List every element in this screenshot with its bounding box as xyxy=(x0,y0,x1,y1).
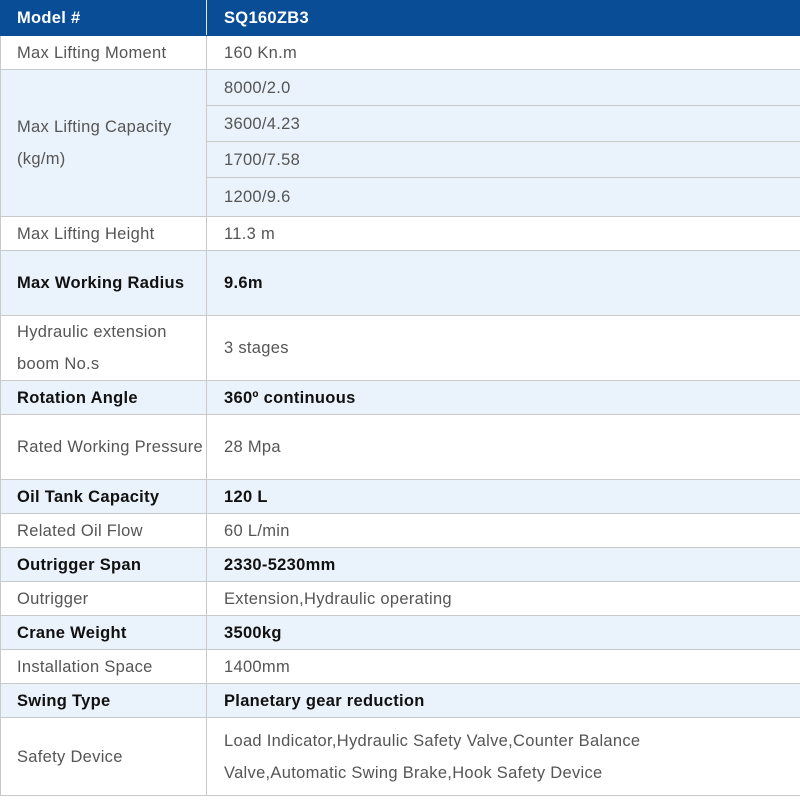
header-value: SQ160ZB3 xyxy=(206,0,800,36)
table-row-max-lifting-height: Max Lifting Height 11.3 m xyxy=(0,216,800,251)
table-row-safety-device: Safety Device Load Indicator,Hydraulic S… xyxy=(0,717,800,796)
spec-label: Max Lifting Capacity (kg/m) xyxy=(0,69,207,217)
spec-label: Outrigger Span xyxy=(0,547,207,582)
capacity-value: 3600/4.23 xyxy=(206,105,800,142)
spec-value: 3 stages xyxy=(206,315,800,381)
spec-value: 9.6m xyxy=(206,250,800,316)
spec-value: Load Indicator,Hydraulic Safety Valve,Co… xyxy=(206,717,800,796)
spec-label: Safety Device xyxy=(0,717,207,796)
spec-value: 3500kg xyxy=(206,615,800,650)
spec-value: 28 Mpa xyxy=(206,414,800,480)
spec-value: 1400mm xyxy=(206,649,800,684)
table-row-outrigger-span: Outrigger Span 2330-5230mm xyxy=(0,547,800,582)
spec-label: Related Oil Flow xyxy=(0,513,207,548)
spec-label: Max Working Radius xyxy=(0,250,207,316)
table-row-crane-weight: Crane Weight 3500kg xyxy=(0,615,800,650)
table-row-max-lifting-capacity: Max Lifting Capacity (kg/m) 8000/2.0 xyxy=(0,69,800,217)
spec-label: Oil Tank Capacity xyxy=(0,479,207,514)
table-row-max-lifting-moment: Max Lifting Moment 160 Kn.m xyxy=(0,35,800,70)
spec-label: Max Lifting Height xyxy=(0,216,207,251)
table-row-rated-working-pressure: Rated Working Pressure 28 Mpa xyxy=(0,414,800,480)
spec-value: 360º continuous xyxy=(206,380,800,415)
spec-label: Installation Space xyxy=(0,649,207,684)
table-row-boom-stages: Hydraulic extension boom No.s 3 stages xyxy=(0,315,800,381)
table-row-max-working-radius: Max Working Radius 9.6m xyxy=(0,250,800,316)
table-row-oil-tank-capacity: Oil Tank Capacity 120 L xyxy=(0,479,800,514)
spec-value: 11.3 m xyxy=(206,216,800,251)
table-row-swing-type: Swing Type Planetary gear reduction xyxy=(0,683,800,718)
spec-label: Rated Working Pressure xyxy=(0,414,207,480)
header-row: Model # SQ160ZB3 xyxy=(0,0,800,36)
spec-label: Swing Type xyxy=(0,683,207,718)
capacity-value: 1200/9.6 xyxy=(206,177,800,217)
spec-label: Crane Weight xyxy=(0,615,207,650)
spec-label: Rotation Angle xyxy=(0,380,207,415)
header-label: Model # xyxy=(0,0,207,36)
table-row-outrigger: Outrigger Extension,Hydraulic operating xyxy=(0,581,800,616)
spec-label: Outrigger xyxy=(0,581,207,616)
spec-value: 160 Kn.m xyxy=(206,35,800,70)
capacity-value: 1700/7.58 xyxy=(206,141,800,178)
table-row-related-oil-flow: Related Oil Flow 60 L/min xyxy=(0,513,800,548)
spec-value: Planetary gear reduction xyxy=(206,683,800,718)
table-row-rotation-angle: Rotation Angle 360º continuous xyxy=(0,380,800,415)
spec-table: Model # SQ160ZB3 Max Lifting Moment 160 … xyxy=(0,0,800,796)
spec-value: 60 L/min xyxy=(206,513,800,548)
spec-value: 120 L xyxy=(206,479,800,514)
capacity-value: 8000/2.0 xyxy=(206,69,800,106)
spec-value: Extension,Hydraulic operating xyxy=(206,581,800,616)
spec-value: 2330-5230mm xyxy=(206,547,800,582)
spec-label: Max Lifting Moment xyxy=(0,35,207,70)
table-row-installation-space: Installation Space 1400mm xyxy=(0,649,800,684)
spec-label: Hydraulic extension boom No.s xyxy=(0,315,207,381)
